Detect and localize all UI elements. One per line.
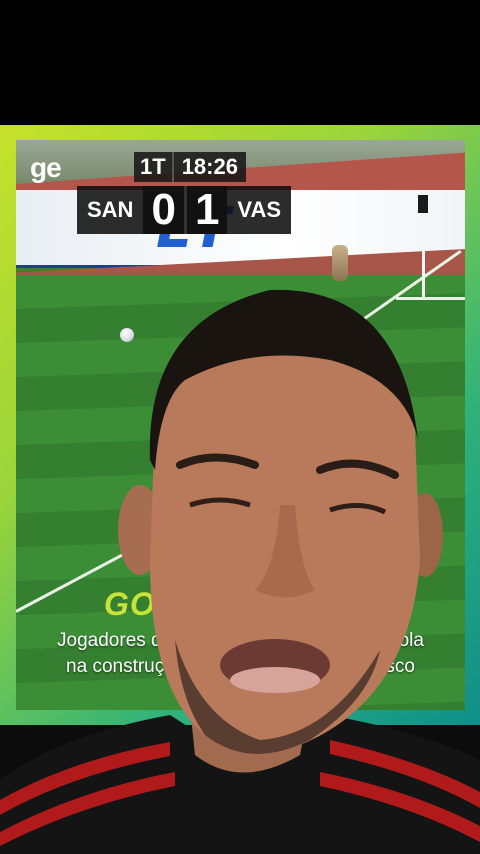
caption-line-2-end: asco [374,656,415,677]
caption-line-1-start: Jogadores do [57,630,173,651]
corner-flag [418,195,428,213]
home-score: 0 [143,186,184,234]
caption-line-2-start: na construçã [66,656,175,677]
pitchside-person [332,245,348,281]
gol-label: GO [104,586,156,622]
caption-line-1: Jogadores do e bola [16,628,465,654]
away-team: VAS [237,197,282,222]
away-score: 1 [183,186,228,234]
match-period: 1T [134,152,174,182]
top-letterbox [0,0,480,125]
match-time: 18:26 [181,154,238,179]
home-team: SAN [87,197,134,222]
scoreboard: SAN 0 1 VAS [77,186,292,234]
bottom-letterbox [0,725,480,854]
caption-line-1-end: e bola [372,630,424,651]
caption-line-2: na construçã asco [16,654,465,680]
ge-logo: ge [30,152,62,183]
football [120,328,134,342]
caption-text: Jogadores do e bola na construçã asco [16,628,465,680]
pitch-line [396,297,465,300]
match-clock: 1T 18:26 [134,152,246,182]
